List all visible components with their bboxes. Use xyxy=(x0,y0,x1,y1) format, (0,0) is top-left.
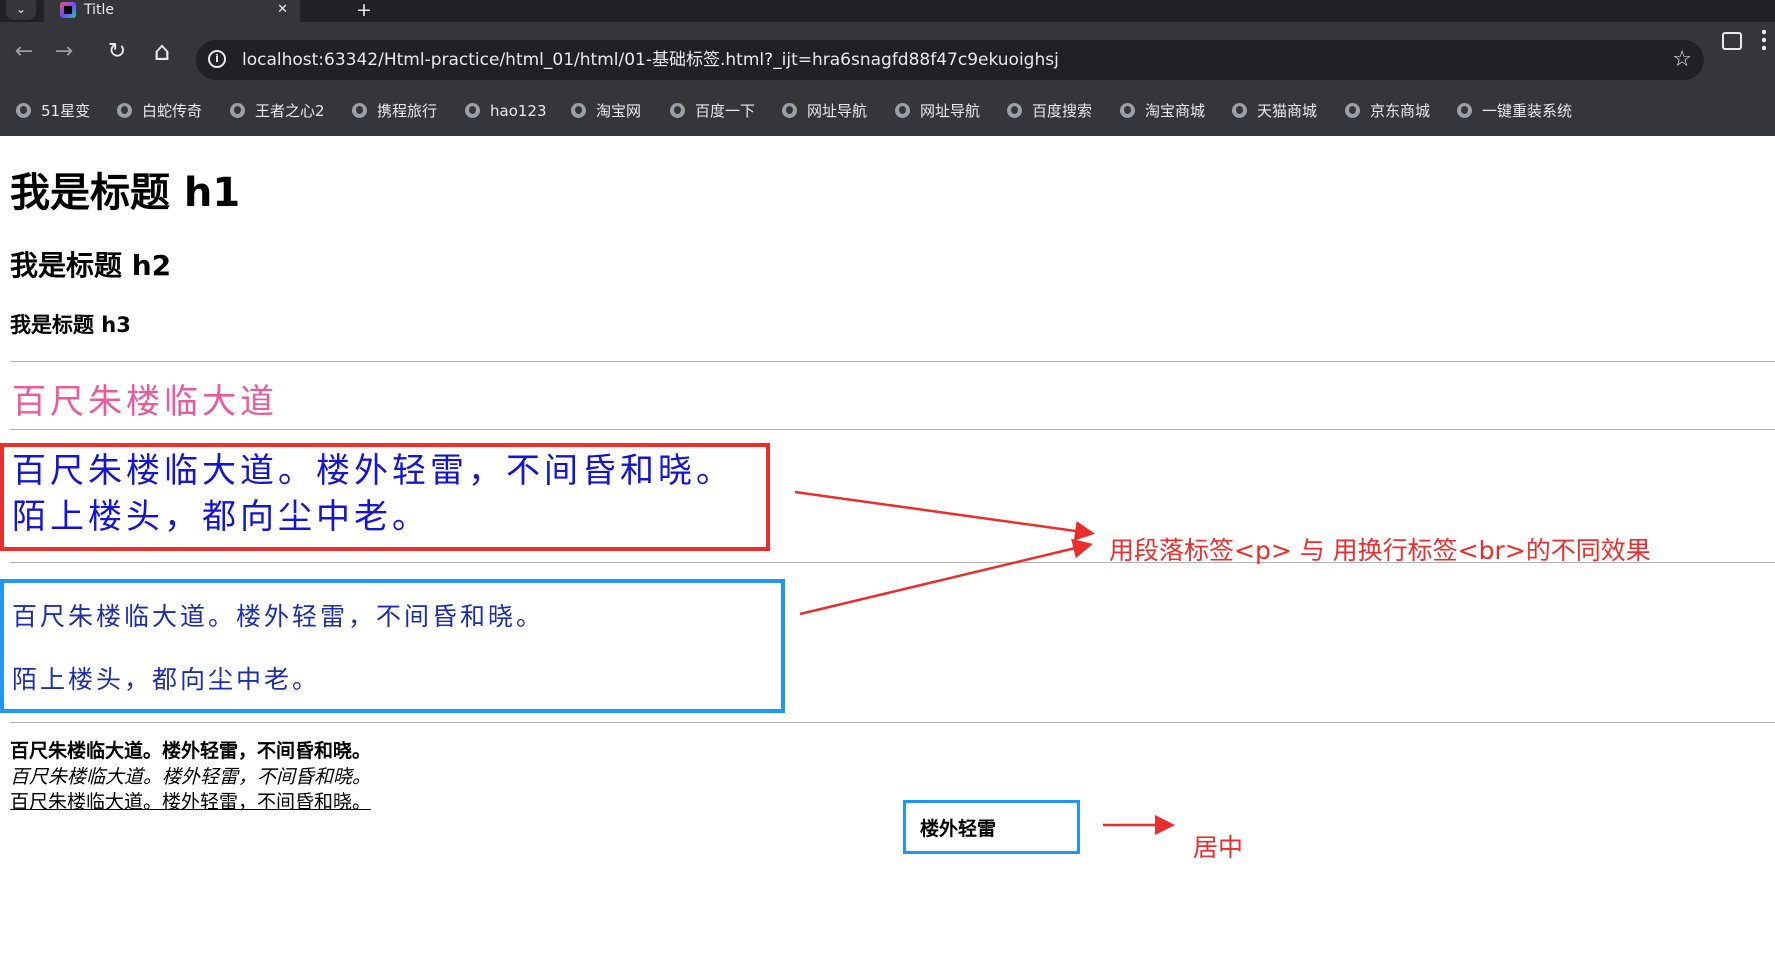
jetbrains-favicon-icon xyxy=(60,2,76,18)
bookmark-item[interactable]: 一键重装系统 xyxy=(1457,86,1572,136)
globe-icon xyxy=(670,103,685,118)
bookmark-item[interactable]: 携程旅行 xyxy=(352,86,437,136)
underline-text: 百尺朱楼临大道。楼外轻雷，不间昏和晓。 xyxy=(10,791,372,813)
globe-icon xyxy=(895,103,910,118)
address-bar[interactable]: i localhost:63342/Html-practice/html_01/… xyxy=(196,40,1704,80)
divider xyxy=(10,361,1775,362)
br-poem-line-1: 百尺朱楼临大道。楼外轻雷，不间昏和晓。 xyxy=(12,451,734,491)
bookmark-item[interactable]: 百度搜索 xyxy=(1007,86,1092,136)
reload-button[interactable]: ↻ xyxy=(97,32,137,72)
bookmark-item[interactable]: 白蛇传奇 xyxy=(117,86,202,136)
bold-text: 百尺朱楼临大道。楼外轻雷，不间昏和晓。 xyxy=(10,740,372,762)
globe-icon xyxy=(16,103,31,118)
extensions-icon[interactable] xyxy=(1722,32,1742,50)
bookmark-item[interactable]: hao123 xyxy=(465,86,547,136)
heading-h1: 我是标题 h1 xyxy=(10,170,241,216)
kebab-menu-icon[interactable] xyxy=(1762,28,1766,52)
p-poem-line-2: 陌上楼头，都向尘中老。 xyxy=(12,665,321,694)
globe-icon xyxy=(1007,103,1022,118)
heading-h3: 我是标题 h3 xyxy=(10,313,131,337)
info-icon[interactable]: i xyxy=(208,50,226,68)
close-tab-icon[interactable]: ✕ xyxy=(277,0,288,20)
arrow-from-br-block xyxy=(794,490,1095,541)
pink-poem-line: 百尺朱楼临大道 xyxy=(12,382,278,422)
tab-title: Title xyxy=(84,2,115,18)
bookmark-item[interactable]: 百度一下 xyxy=(670,86,755,136)
center-annotation-label: 居中 xyxy=(1193,833,1244,862)
globe-icon xyxy=(782,103,797,118)
globe-icon xyxy=(1232,103,1247,118)
arrow-from-p-block xyxy=(799,538,1093,616)
bookmark-star-icon[interactable]: ☆ xyxy=(1672,40,1692,80)
centered-text: 楼外轻雷 xyxy=(920,818,997,840)
globe-icon xyxy=(1345,103,1360,118)
divider xyxy=(10,722,1775,723)
globe-icon xyxy=(1457,103,1472,118)
globe-icon xyxy=(352,103,367,118)
globe-icon xyxy=(230,103,245,118)
chevron-down-icon: ⌄ xyxy=(15,2,27,16)
br-poem-line-2: 陌上楼头，都向尘中老。 xyxy=(12,497,430,537)
globe-icon xyxy=(1120,103,1135,118)
bookmark-item[interactable]: 网址导航 xyxy=(895,86,980,136)
tab-search-button[interactable]: ⌄ xyxy=(6,0,36,20)
home-button[interactable]: ⌂ xyxy=(142,32,182,72)
bookmark-item[interactable]: 京东商城 xyxy=(1345,86,1430,136)
p-poem-line-1: 百尺朱楼临大道。楼外轻雷，不间昏和晓。 xyxy=(12,602,545,631)
br-poem-block: 百尺朱楼临大道。楼外轻雷，不间昏和晓。 陌上楼头，都向尘中老。 xyxy=(12,448,734,540)
url-text[interactable]: localhost:63342/Html-practice/html_01/ht… xyxy=(242,40,1059,80)
forward-button[interactable]: → xyxy=(44,32,84,72)
page-content: 我是标题 h1 我是标题 h2 我是标题 h3 百尺朱楼临大道 百尺朱楼临大道。… xyxy=(0,136,1775,961)
bookmark-item[interactable]: 网址导航 xyxy=(782,86,867,136)
globe-icon xyxy=(571,103,586,118)
divider xyxy=(10,429,1775,430)
globe-icon xyxy=(117,103,132,118)
bookmarks-bar: 51星变 白蛇传奇 王者之心2 携程旅行 hao123 淘宝网 百度一下 网址导… xyxy=(0,86,1775,136)
heading-h2: 我是标题 h2 xyxy=(10,249,172,282)
bookmark-item[interactable]: 51星变 xyxy=(16,86,90,136)
browser-toolbar: ← → ↻ ⌂ i localhost:63342/Html-practice/… xyxy=(0,22,1775,86)
new-tab-button[interactable]: + xyxy=(356,0,372,20)
italic-text: 百尺朱楼临大道。楼外轻雷，不间昏和晓。 xyxy=(10,766,372,788)
compare-annotation-label: 用段落标签<p> 与 用换行标签<br>的不同效果 xyxy=(1109,536,1651,565)
bookmark-item[interactable]: 王者之心2 xyxy=(230,86,325,136)
bookmark-item[interactable]: 淘宝网 xyxy=(571,86,641,136)
back-button[interactable]: ← xyxy=(4,32,44,72)
tab-active[interactable]: Title ✕ xyxy=(44,0,300,22)
bookmark-item[interactable]: 天猫商城 xyxy=(1232,86,1317,136)
tab-strip: ⌄ Title ✕ + xyxy=(0,0,1775,22)
bookmark-item[interactable]: 淘宝商城 xyxy=(1120,86,1205,136)
globe-icon xyxy=(465,103,480,118)
